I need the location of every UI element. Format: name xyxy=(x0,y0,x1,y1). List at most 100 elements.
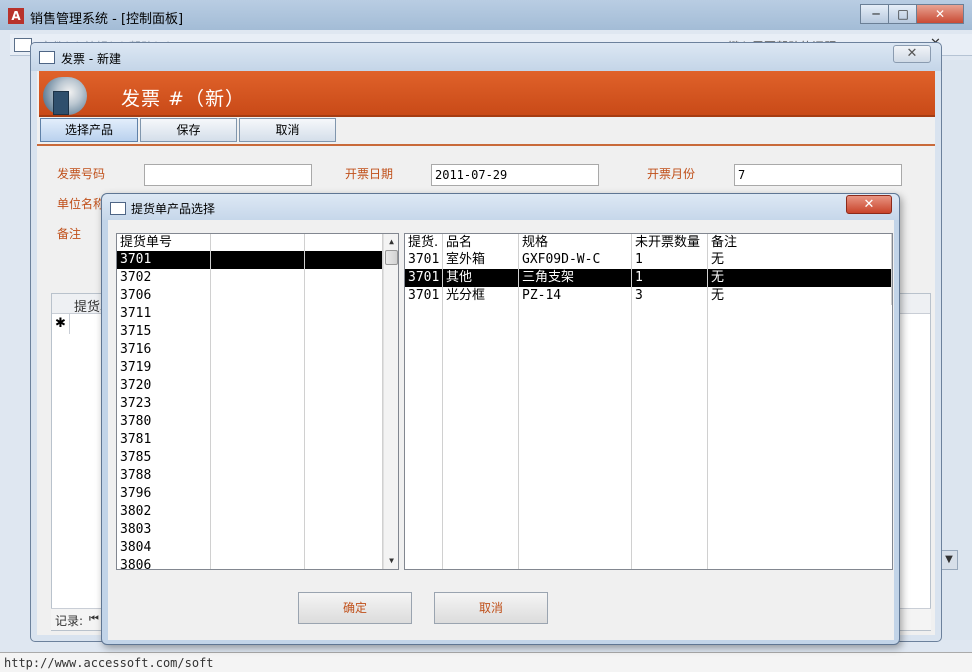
toolbar-divider xyxy=(37,144,935,146)
delivery-no-cell: 3785 xyxy=(117,449,211,467)
column-divider xyxy=(631,251,632,569)
scroll-up-icon[interactable]: ▲ xyxy=(384,234,398,250)
delivery-no-cell: 3701 xyxy=(117,251,211,269)
empty-cell xyxy=(211,269,305,287)
table-row[interactable]: 3701 光分框 PZ-14 3 无 xyxy=(405,287,892,305)
list-item[interactable]: 3701 xyxy=(117,251,383,269)
form-icon xyxy=(39,51,55,64)
list-item[interactable]: 3802 xyxy=(117,503,383,521)
select-product-button[interactable]: 选择产品 xyxy=(40,118,138,142)
scroll-down-icon[interactable]: ▼ xyxy=(384,553,398,569)
delivery-no-cell: 3706 xyxy=(117,287,211,305)
list-item[interactable]: 3723 xyxy=(117,395,383,413)
list-item[interactable]: 3706 xyxy=(117,287,383,305)
empty-cell xyxy=(305,503,383,521)
empty-cell xyxy=(211,557,305,569)
table-cell: 3 xyxy=(632,287,708,305)
table-cell: 三角支架 xyxy=(519,269,632,287)
empty-cell xyxy=(305,287,383,305)
dialog-close-button[interactable]: ✕ xyxy=(846,195,892,214)
empty-cell xyxy=(211,539,305,557)
table-cell: 无 xyxy=(708,251,892,269)
invoice-date-label: 开票日期 xyxy=(345,167,394,181)
list-item[interactable]: 3716 xyxy=(117,341,383,359)
delivery-no-cell: 3719 xyxy=(117,359,211,377)
list-item[interactable]: 3720 xyxy=(117,377,383,395)
table-cell: 无 xyxy=(708,269,892,287)
record-nav-label: 记录: xyxy=(55,614,84,628)
product-list[interactable]: 提货. 品名 规格 未开票数量 备注 3701 室外箱 GXF09D-W-C 1 无 3701 其他… xyxy=(404,233,893,570)
dialog-body: 提货单号 3701 3702 3706 3711 3715 3716 3719 3720 372… xyxy=(108,220,894,640)
delivery-no-column-header: 提货单号 xyxy=(117,234,211,251)
list-scrollbar[interactable]: ▲ ▼ xyxy=(383,234,398,569)
new-record-marker[interactable]: ✱ xyxy=(52,314,70,334)
invoice-banner: 发票 #（新） xyxy=(39,71,935,117)
delivery-no-cell: 3720 xyxy=(117,377,211,395)
table-cell: 室外箱 xyxy=(443,251,519,269)
empty-cell xyxy=(211,431,305,449)
table-cell: 光分框 xyxy=(443,287,519,305)
delivery-no-cell: 3806 xyxy=(117,557,211,569)
empty-cell xyxy=(211,521,305,539)
empty-cell xyxy=(211,395,305,413)
empty-cell xyxy=(211,467,305,485)
dialog-title-bar: 提货单产品选择 ✕ xyxy=(102,194,899,220)
invoice-no-field[interactable] xyxy=(144,164,312,186)
list-item[interactable]: 3719 xyxy=(117,359,383,377)
empty-cell xyxy=(211,449,305,467)
empty-cell xyxy=(211,413,305,431)
table-row[interactable]: 3701 室外箱 GXF09D-W-C 1 无 xyxy=(405,251,892,269)
column-divider xyxy=(442,251,443,569)
delivery-no-cell: 3796 xyxy=(117,485,211,503)
product-column-header[interactable]: 未开票数量 xyxy=(632,234,708,251)
delivery-no-cell: 3780 xyxy=(117,413,211,431)
list-item[interactable]: 3806 xyxy=(117,557,383,569)
scroll-down-icon[interactable]: ▼ xyxy=(940,550,958,570)
empty-cell xyxy=(305,467,383,485)
empty-cell xyxy=(211,251,305,269)
list-item[interactable]: 3804 xyxy=(117,539,383,557)
empty-cell xyxy=(305,485,383,503)
product-column-header[interactable]: 规格 xyxy=(519,234,632,251)
table-row[interactable]: 3701 其他 三角支架 1 无 xyxy=(405,269,892,287)
empty-cell xyxy=(211,287,305,305)
app-close-button[interactable]: ✕ xyxy=(916,4,964,24)
first-record-icon[interactable]: ⏮ xyxy=(89,612,99,626)
list-item[interactable]: 3803 xyxy=(117,521,383,539)
empty-cell xyxy=(211,305,305,323)
cancel-button[interactable]: 取消 xyxy=(434,592,548,624)
empty-cell xyxy=(305,431,383,449)
invoice-close-button[interactable]: ✕ xyxy=(893,45,931,63)
empty-cell xyxy=(305,269,383,287)
invoice-month-field[interactable]: 7 xyxy=(734,164,902,186)
invoice-date-field[interactable]: 2011-07-29 xyxy=(431,164,599,186)
list-item[interactable]: 3780 xyxy=(117,413,383,431)
empty-cell xyxy=(305,341,383,359)
empty-column-header xyxy=(211,234,305,251)
list-item[interactable]: 3796 xyxy=(117,485,383,503)
list-item[interactable]: 3788 xyxy=(117,467,383,485)
table-cell: GXF09D-W-C xyxy=(519,251,632,269)
app-title-bar: A 销售管理系统 - [控制面板] ─ □ ✕ xyxy=(0,0,972,30)
list-item[interactable]: 3715 xyxy=(117,323,383,341)
list-item[interactable]: 3785 xyxy=(117,449,383,467)
scroll-thumb[interactable] xyxy=(385,250,398,265)
list-item[interactable]: 3702 xyxy=(117,269,383,287)
empty-cell xyxy=(211,503,305,521)
empty-cell xyxy=(305,521,383,539)
ok-button[interactable]: 确定 xyxy=(298,592,412,624)
cancel-button[interactable]: 取消 xyxy=(239,118,336,142)
table-cell: PZ-14 xyxy=(519,287,632,305)
unit-name-label: 单位名称 xyxy=(57,197,106,211)
list-item[interactable]: 3781 xyxy=(117,431,383,449)
delivery-no-cell: 3803 xyxy=(117,521,211,539)
list-item[interactable]: 3711 xyxy=(117,305,383,323)
product-column-header[interactable]: 品名 xyxy=(443,234,519,251)
delivery-no-list[interactable]: 提货单号 3701 3702 3706 3711 3715 3716 3719 3720 372… xyxy=(116,233,399,570)
delivery-no-cell: 3788 xyxy=(117,467,211,485)
empty-cell xyxy=(211,323,305,341)
product-column-header[interactable]: 提货. xyxy=(405,234,443,251)
restore-button[interactable]: □ xyxy=(888,4,918,24)
save-button[interactable]: 保存 xyxy=(140,118,237,142)
product-column-header[interactable]: 备注 xyxy=(708,234,892,251)
